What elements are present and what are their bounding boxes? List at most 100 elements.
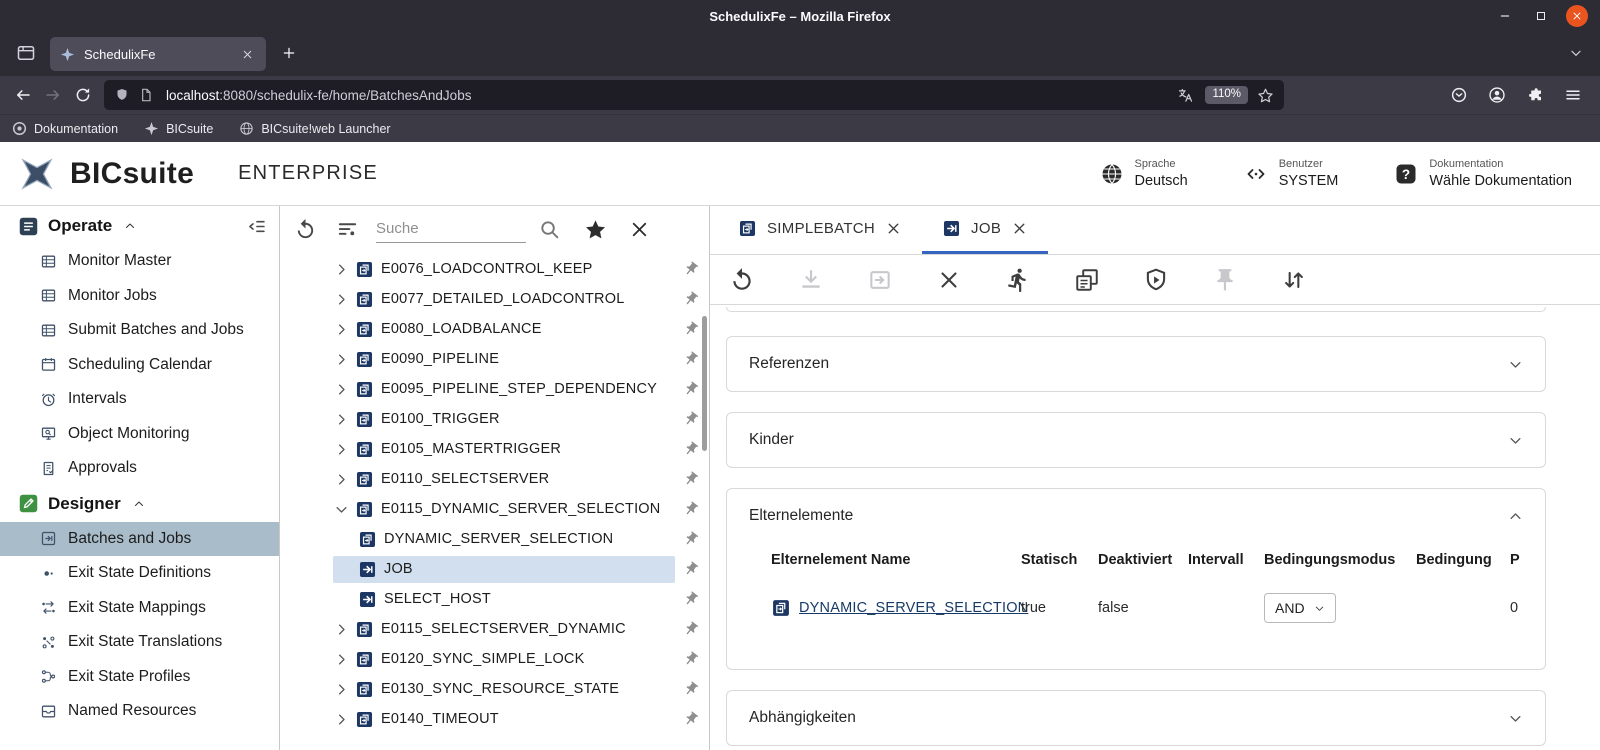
pin-icon[interactable]	[683, 381, 699, 397]
favorites-button[interactable]	[582, 216, 608, 242]
pin-icon[interactable]	[683, 501, 699, 517]
chevron-right-icon[interactable]	[334, 682, 349, 697]
chevron-right-icon[interactable]	[334, 292, 349, 307]
reload-button[interactable]	[68, 80, 98, 110]
sidebar-item[interactable]: Intervals	[0, 382, 279, 417]
detail-tab-job[interactable]: JOB	[922, 206, 1049, 254]
search-input[interactable]	[376, 220, 526, 237]
translate-icon[interactable]	[1177, 87, 1194, 104]
sidebar-item[interactable]: Exit State Translations	[0, 625, 279, 660]
tree-node[interactable]: E0130_SYNC_RESOURCE_STATE	[330, 676, 675, 703]
tree-node[interactable]: E0076_LOADCONTROL_KEEP	[330, 256, 675, 283]
tree-node[interactable]: E0140_TIMEOUT	[330, 706, 675, 733]
chevron-right-icon[interactable]	[334, 652, 349, 667]
pin-icon[interactable]	[683, 291, 699, 307]
pin-icon[interactable]	[683, 471, 699, 487]
resubmit-button[interactable]	[866, 266, 893, 293]
tree-node[interactable]: E0090_PIPELINE	[330, 346, 675, 373]
chevron-right-icon[interactable]	[334, 382, 349, 397]
pin-icon[interactable]	[683, 621, 699, 637]
chevron-right-icon[interactable]	[334, 262, 349, 277]
forward-button[interactable]	[38, 80, 68, 110]
tracking-shield-icon[interactable]	[114, 87, 130, 103]
pin-icon[interactable]	[683, 321, 699, 337]
sidebar-item[interactable]: Exit State Profiles	[0, 660, 279, 695]
sidebar-item[interactable]: Named Resources	[0, 694, 279, 729]
tree-scrollbar[interactable]	[702, 316, 707, 451]
chevron-right-icon[interactable]	[334, 622, 349, 637]
header-meta-language[interactable]: Sprache Deutsch	[1100, 158, 1188, 189]
run-button[interactable]	[1004, 266, 1031, 293]
maximize-button[interactable]	[1530, 5, 1552, 27]
sidebar-item[interactable]: Approvals	[0, 451, 279, 486]
search-button[interactable]	[536, 216, 562, 242]
pocket-button[interactable]	[1444, 80, 1474, 110]
page-info-icon[interactable]	[138, 87, 154, 103]
collapse-sidebar-icon[interactable]	[246, 216, 267, 237]
pin-icon[interactable]	[683, 561, 699, 577]
section-toggle[interactable]: Referenzen	[727, 337, 1545, 391]
tree-node[interactable]: E0095_PIPELINE_STEP_DEPENDENCY	[330, 376, 675, 403]
tab-close-icon[interactable]	[885, 220, 902, 237]
new-tab-button[interactable]	[274, 39, 304, 69]
pin-icon[interactable]	[683, 681, 699, 697]
close-button[interactable]	[935, 266, 962, 293]
tree-node[interactable]: E0115_SELECTSERVER_DYNAMIC	[330, 616, 675, 643]
chevron-right-icon[interactable]	[334, 442, 349, 457]
tree-node[interactable]: E0105_MASTERTRIGGER	[330, 436, 675, 463]
pin-icon[interactable]	[683, 351, 699, 367]
bookmark-item[interactable]: Dokumentation	[12, 121, 118, 136]
pin-icon[interactable]	[683, 651, 699, 667]
tree-node[interactable]: JOB	[333, 555, 675, 583]
pin-icon[interactable]	[683, 711, 699, 727]
header-meta-documentation[interactable]: ? Dokumentation Wähle Dokumentation	[1394, 158, 1572, 189]
tree-node[interactable]: SELECT_HOST	[333, 586, 675, 613]
clear-button[interactable]	[626, 216, 652, 242]
chevron-right-icon[interactable]	[334, 322, 349, 337]
url-bar[interactable]: localhost:8080/schedulix-fe/home/Batches…	[104, 80, 1284, 110]
pin-button[interactable]	[1211, 266, 1238, 293]
pin-icon[interactable]	[683, 531, 699, 547]
chevron-right-icon[interactable]	[334, 712, 349, 727]
parent-element-link[interactable]: DYNAMIC_SERVER_SELECTION	[799, 600, 1028, 616]
firefox-view-button[interactable]	[10, 38, 42, 70]
pin-icon[interactable]	[683, 261, 699, 277]
section-toggle[interactable]: Kinder	[727, 413, 1545, 467]
back-button[interactable]	[8, 80, 38, 110]
tree-node[interactable]: E0110_SELECTSERVER	[330, 466, 675, 493]
bookmark-item[interactable]: BICsuite	[144, 121, 213, 136]
sidebar-section-operate[interactable]: Operate	[0, 208, 279, 244]
chevron-right-icon[interactable]	[334, 352, 349, 367]
zoom-level-badge[interactable]: 110%	[1205, 86, 1248, 104]
sidebar-item[interactable]: Exit State Definitions	[0, 556, 279, 591]
tree-node[interactable]: E0100_TRIGGER	[330, 406, 675, 433]
bookmark-star-icon[interactable]	[1257, 87, 1274, 104]
chevron-down-icon[interactable]	[334, 502, 349, 517]
header-meta-user[interactable]: Benutzer SYSTEM	[1244, 158, 1338, 189]
sidebar-item[interactable]: Object Monitoring	[0, 417, 279, 452]
sidebar-item[interactable]: Monitor Master	[0, 244, 279, 279]
chevron-right-icon[interactable]	[334, 472, 349, 487]
tree-node[interactable]: E0115_DYNAMIC_SERVER_SELECTION	[330, 496, 675, 523]
sidebar-item[interactable]: Scheduling Calendar	[0, 348, 279, 383]
tab-close-icon[interactable]	[238, 45, 256, 63]
tree-node[interactable]: E0077_DETAILED_LOADCONTROL	[330, 286, 675, 313]
detail-tab-simplebatch[interactable]: SIMPLEBATCH	[718, 206, 922, 254]
pin-icon[interactable]	[683, 591, 699, 607]
hierarchy-button[interactable]	[1073, 266, 1100, 293]
sidebar-section-designer[interactable]: Designer	[0, 486, 279, 522]
section-toggle[interactable]: Abhängigkeiten	[727, 691, 1545, 745]
refresh-button[interactable]	[292, 216, 318, 242]
browser-tab[interactable]: SchedulixFe	[50, 37, 266, 71]
chevron-right-icon[interactable]	[334, 412, 349, 427]
menu-button[interactable]	[1558, 80, 1588, 110]
undo-button[interactable]	[728, 266, 755, 293]
pin-icon[interactable]	[683, 411, 699, 427]
sidebar-item[interactable]: Monitor Jobs	[0, 279, 279, 314]
section-toggle[interactable]: Elternelemente	[727, 489, 1545, 543]
account-button[interactable]	[1482, 80, 1512, 110]
save-button[interactable]	[797, 266, 824, 293]
tree-node[interactable]: DYNAMIC_SERVER_SELECTION	[333, 526, 675, 553]
sidebar-item[interactable]: Batches and Jobs	[0, 521, 279, 556]
filter-button[interactable]	[334, 216, 360, 242]
